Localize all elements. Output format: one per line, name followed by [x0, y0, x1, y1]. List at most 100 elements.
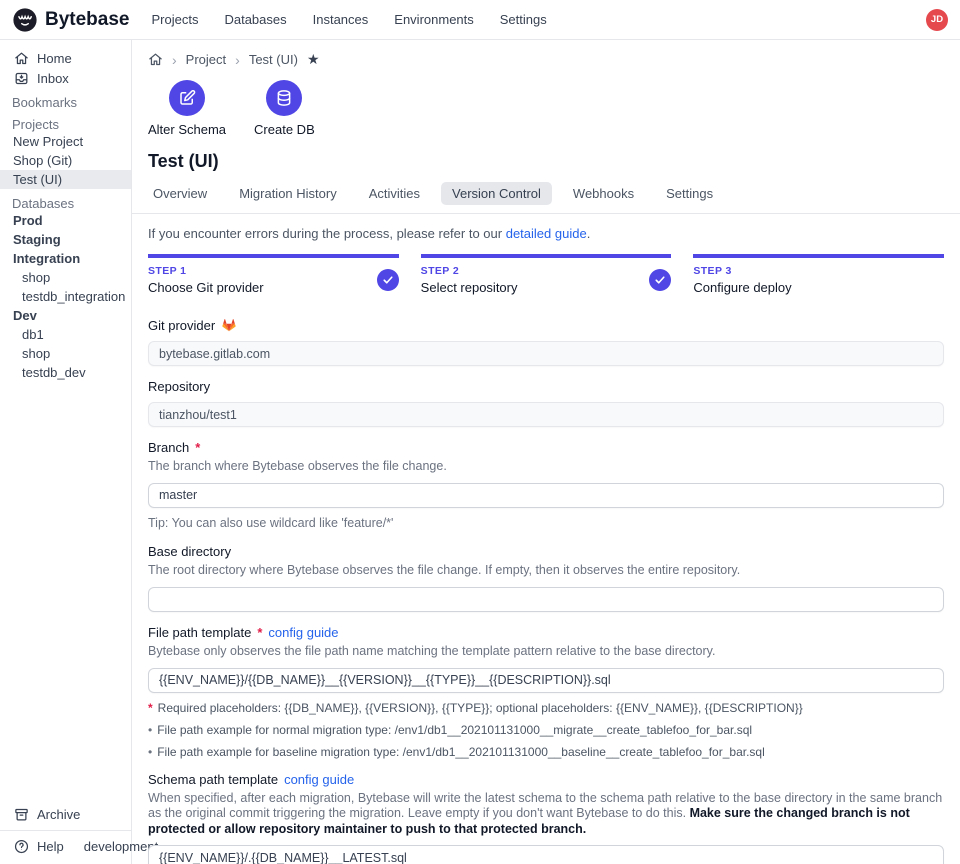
step-1-name: Choose Git provider [148, 280, 264, 295]
alter-schema-label: Alter Schema [148, 122, 226, 137]
version-control-panel: If you encounter errors during the proce… [132, 214, 960, 864]
breadcrumb-separator: › [172, 52, 177, 68]
sidebar-item-inbox[interactable]: Inbox [0, 68, 131, 88]
create-db-icon [266, 80, 302, 116]
sidebar-item-test-ui[interactable]: Test (UI) [0, 170, 131, 189]
error-help-suffix: . [587, 226, 591, 241]
sidebar-env-prod[interactable]: Prod [0, 211, 131, 230]
sidebar-item-shop-git[interactable]: Shop (Git) [0, 151, 131, 170]
step-1-eyebrow: STEP 1 [148, 265, 264, 277]
step-1: STEP 1 Choose Git provider [148, 254, 399, 295]
inbox-icon [14, 71, 29, 86]
top-header: Bytebase Projects Databases Instances En… [0, 0, 960, 40]
breadcrumb-project[interactable]: Project [186, 52, 226, 67]
nav-environments[interactable]: Environments [394, 12, 473, 27]
sidebar: Home Inbox Bookmarks Projects New Projec… [0, 40, 132, 864]
base-directory-label: Base directory [148, 544, 231, 559]
file-path-template-description: Bytebase only observes the file path nam… [148, 644, 944, 660]
required-mark: * [148, 701, 153, 715]
sidebar-env-staging[interactable]: Staging [0, 230, 131, 249]
branch-description: The branch where Bytebase observes the f… [148, 459, 944, 475]
gitlab-icon [221, 317, 237, 333]
tab-webhooks[interactable]: Webhooks [562, 182, 645, 205]
sidebar-section-databases: Databases [0, 193, 131, 211]
tab-settings[interactable]: Settings [655, 182, 724, 205]
step-1-check-icon [377, 269, 399, 291]
sidebar-home-label: Home [37, 51, 72, 66]
required-mark: * [257, 625, 262, 640]
sidebar-item-home[interactable]: Home [0, 48, 131, 68]
git-provider-label: Git provider [148, 318, 215, 333]
breadcrumb-home-icon[interactable] [148, 52, 163, 67]
file-path-required-note-text: Required placeholders: {{DB_NAME}}, {{VE… [158, 701, 803, 715]
repository-input [148, 402, 944, 427]
bullet-mark: • [148, 745, 152, 759]
sidebar-archive-label: Archive [37, 807, 80, 822]
detailed-guide-link[interactable]: detailed guide [506, 226, 587, 241]
sidebar-env-integration[interactable]: Integration [0, 249, 131, 268]
base-directory-input[interactable] [148, 587, 944, 612]
file-path-example-normal-text: File path example for normal migration t… [157, 723, 752, 737]
nav-settings[interactable]: Settings [500, 12, 547, 27]
nav-databases[interactable]: Databases [224, 12, 286, 27]
step-2-check-icon [649, 269, 671, 291]
sidebar-db-testdb-integration[interactable]: testdb_integration [0, 287, 131, 306]
branch-input[interactable] [148, 483, 944, 508]
file-path-example-normal: • File path example for normal migration… [148, 723, 944, 737]
sidebar-section-projects: Projects [0, 114, 131, 132]
alter-schema-button[interactable]: Alter Schema [148, 80, 226, 137]
schema-path-template-input[interactable] [148, 845, 944, 864]
nav-instances[interactable]: Instances [313, 12, 369, 27]
archive-icon [14, 807, 29, 822]
git-provider-input [148, 341, 944, 366]
repository-label: Repository [148, 379, 210, 394]
schema-path-template-label: Schema path template [148, 772, 278, 787]
file-path-example-baseline-text: File path example for baseline migration… [157, 745, 765, 759]
tab-activities[interactable]: Activities [358, 182, 431, 205]
tab-bar: Overview Migration History Activities Ve… [132, 182, 960, 214]
sidebar-db-dev-shop[interactable]: shop [0, 344, 131, 363]
bytebase-logo[interactable]: Bytebase [12, 7, 130, 33]
file-path-required-note: * Required placeholders: {{DB_NAME}}, {{… [148, 701, 944, 715]
branch-tip: Tip: You can also use wildcard like 'fea… [148, 516, 944, 532]
sidebar-db-testdb-dev[interactable]: testdb_dev [0, 363, 131, 382]
breadcrumb-current[interactable]: Test (UI) [249, 52, 298, 67]
sidebar-db-integration-shop[interactable]: shop [0, 268, 131, 287]
error-help-text: If you encounter errors during the proce… [148, 226, 944, 241]
tab-version-control[interactable]: Version Control [441, 182, 552, 205]
git-provider-field: Git provider [148, 317, 944, 366]
help-icon[interactable] [14, 839, 29, 854]
repository-field: Repository [148, 379, 944, 427]
create-db-button[interactable]: Create DB [254, 80, 315, 137]
step-3: STEP 3 Configure deploy [693, 254, 944, 295]
main-panel: › Project › Test (UI) ★ Alter Schema [132, 40, 960, 864]
favorite-star-icon[interactable]: ★ [307, 51, 320, 68]
schema-path-config-guide-link[interactable]: config guide [284, 772, 354, 787]
breadcrumb: › Project › Test (UI) ★ [132, 40, 960, 72]
file-path-template-field: File path template * config guide Byteba… [148, 625, 944, 759]
top-navigation: Projects Databases Instances Environment… [152, 12, 547, 27]
nav-projects[interactable]: Projects [152, 12, 199, 27]
user-avatar[interactable]: JD [926, 9, 948, 31]
sidebar-inbox-label: Inbox [37, 71, 69, 86]
schema-path-template-description: When specified, after each migration, By… [148, 791, 944, 838]
wizard-steps: STEP 1 Choose Git provider STEP 2 Select… [148, 254, 944, 295]
sidebar-db-db1[interactable]: db1 [0, 325, 131, 344]
breadcrumb-separator: › [235, 52, 240, 68]
help-label[interactable]: Help [37, 839, 64, 854]
base-directory-description: The root directory where Bytebase observ… [148, 563, 944, 579]
step-2-eyebrow: STEP 2 [421, 265, 518, 277]
step-2-name: Select repository [421, 280, 518, 295]
bullet-mark: • [148, 723, 152, 737]
sidebar-item-new-project[interactable]: New Project [0, 132, 131, 151]
tab-overview[interactable]: Overview [142, 182, 218, 205]
sidebar-item-archive[interactable]: Archive [0, 804, 131, 824]
base-directory-field: Base directory The root directory where … [148, 544, 944, 612]
brand-name: Bytebase [45, 9, 130, 31]
tab-migration-history[interactable]: Migration History [228, 182, 348, 205]
branch-field: Branch * The branch where Bytebase obser… [148, 440, 944, 531]
page-title: Test (UI) [132, 143, 960, 182]
file-path-template-input[interactable] [148, 668, 944, 693]
file-path-config-guide-link[interactable]: config guide [268, 625, 338, 640]
sidebar-env-dev[interactable]: Dev [0, 306, 131, 325]
